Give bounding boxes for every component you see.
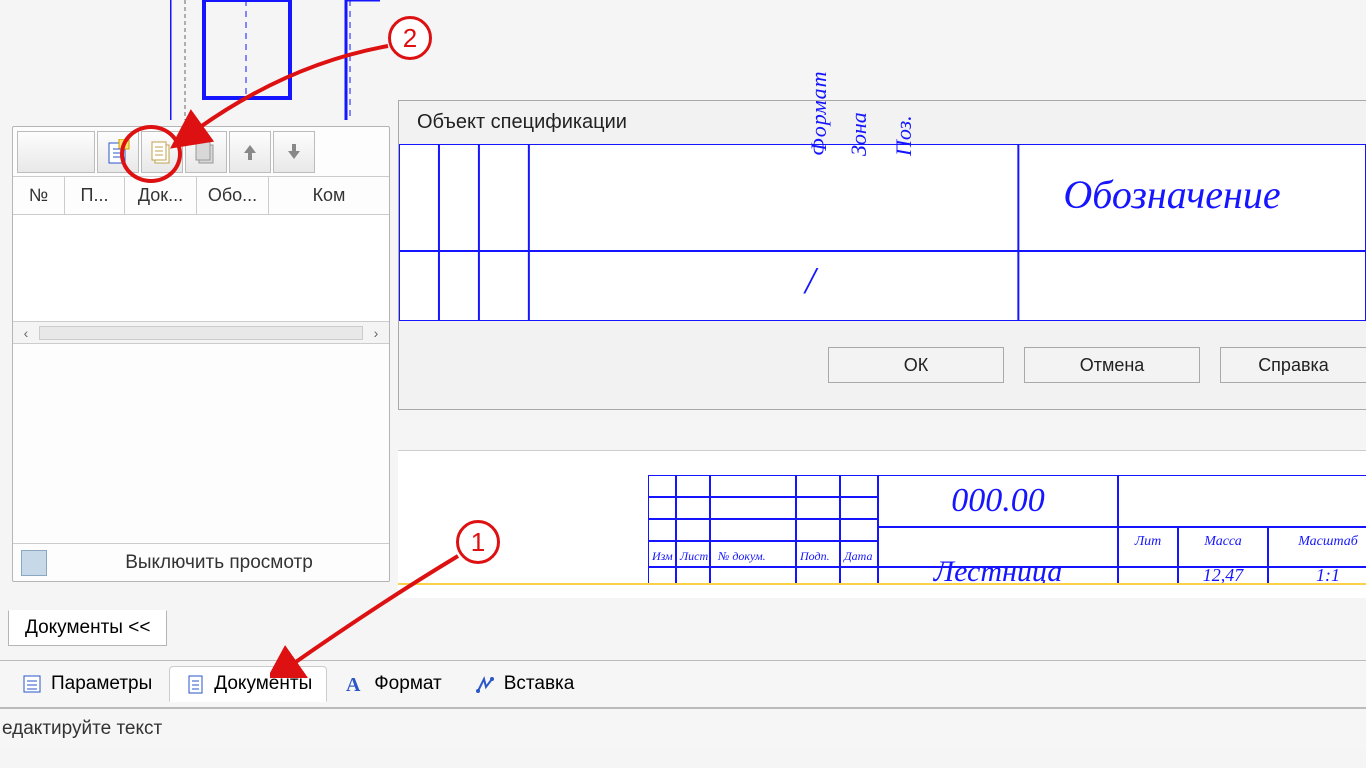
panel-toolbar <box>13 127 389 177</box>
svg-text:Лист: Лист <box>679 549 708 563</box>
status-bar: едактируйте текст <box>0 708 1366 748</box>
title-block: 000.00 Изм Лист № докум. Подп. Дата Лит … <box>648 475 1366 588</box>
move-up-button[interactable] <box>229 131 271 173</box>
arrow-down-icon <box>284 142 304 162</box>
col-header-p[interactable]: П... <box>65 177 125 214</box>
move-down-button[interactable] <box>273 131 315 173</box>
tab-insert[interactable]: Вставка <box>459 666 590 702</box>
col-header-obo[interactable]: Обо... <box>197 177 269 214</box>
row1-format[interactable]: / <box>805 259 816 303</box>
svg-text:Масса: Масса <box>1203 534 1242 549</box>
docs-hscroll[interactable]: ‹ › <box>13 321 389 343</box>
tab-parameters-label: Параметры <box>51 673 152 695</box>
help-button[interactable]: Справка <box>1220 347 1366 383</box>
svg-text:Лит: Лит <box>1134 534 1162 549</box>
svg-text:12,47: 12,47 <box>1203 565 1245 585</box>
toolbar-spacer-button[interactable] <box>17 131 95 173</box>
spec-table[interactable]: Формат Зона Поз. Обозначение Наименова / <box>399 144 1366 321</box>
scroll-track[interactable] <box>39 326 363 340</box>
preview-swatch-icon <box>21 550 47 576</box>
svg-text:Дата: Дата <box>843 549 872 563</box>
preview-footer: Выключить просмотр <box>13 543 389 581</box>
arrow-up-icon <box>240 142 260 162</box>
tab-documents[interactable]: Документы <box>169 666 327 702</box>
col-header-kom[interactable]: Ком <box>269 177 389 214</box>
tab-format[interactable]: A Формат <box>329 666 457 702</box>
parameters-icon <box>21 673 43 695</box>
tab-documents-label: Документы <box>214 673 312 695</box>
hdr-designation: Обозначение <box>932 171 1366 218</box>
tb-number: 000.00 <box>951 482 1045 519</box>
preview-area <box>13 343 389 543</box>
col-header-no[interactable]: № <box>13 177 65 214</box>
svg-text:Изм: Изм <box>651 549 673 563</box>
svg-text:A: A <box>346 674 361 695</box>
spec-object-dialog: Объект спецификации Формат Зона Поз. Обо… <box>398 100 1366 410</box>
hdr-zone: Зона <box>846 51 872 156</box>
dialog-title: Объект спецификации <box>399 101 1366 144</box>
documents-panel: № П... Док... Обо... Ком ‹ › Выключить п… <box>12 126 390 582</box>
documents-icon <box>184 673 206 695</box>
dialog-buttons: ОК Отмена Справка <box>399 321 1366 409</box>
documents-collapse-tab[interactable]: Документы << <box>8 610 167 646</box>
drawing-fragment <box>170 0 380 110</box>
toolbar-btn-3[interactable] <box>185 131 227 173</box>
format-icon: A <box>344 673 366 695</box>
tab-parameters[interactable]: Параметры <box>6 666 167 702</box>
status-text: едактируйте текст <box>2 718 162 740</box>
hdr-format: Формат <box>806 51 832 156</box>
svg-text:Масштаб: Масштаб <box>1297 534 1359 549</box>
svg-text:№ докум.: № докум. <box>717 549 766 563</box>
tab-insert-label: Вставка <box>504 673 575 695</box>
scroll-right-icon[interactable]: › <box>367 324 385 342</box>
svg-text:1:1: 1:1 <box>1316 565 1340 585</box>
svg-text:Лестница: Лестница <box>933 555 1062 585</box>
tab-format-label: Формат <box>374 673 442 695</box>
annotation-circle-target <box>120 125 182 183</box>
docs-grid-body[interactable] <box>13 215 389 321</box>
scroll-left-icon[interactable]: ‹ <box>17 324 35 342</box>
document-stack-icon <box>193 139 219 165</box>
cancel-button[interactable]: Отмена <box>1024 347 1200 383</box>
bottom-tab-bar: Параметры Документы A Формат Вставка <box>0 660 1366 708</box>
col-header-dok[interactable]: Док... <box>125 177 197 214</box>
toggle-preview-button[interactable]: Выключить просмотр <box>57 552 381 574</box>
drawing-canvas[interactable]: 000.00 Изм Лист № докум. Подп. Дата Лит … <box>398 450 1366 598</box>
selection-line <box>398 583 1366 585</box>
annotation-2: 2 <box>388 16 432 60</box>
svg-text:Подп.: Подп. <box>799 549 830 563</box>
ok-button[interactable]: ОК <box>828 347 1004 383</box>
insert-icon <box>474 673 496 695</box>
columns-header: № П... Док... Обо... Ком <box>13 177 389 215</box>
hdr-pos: Поз. <box>891 51 917 156</box>
